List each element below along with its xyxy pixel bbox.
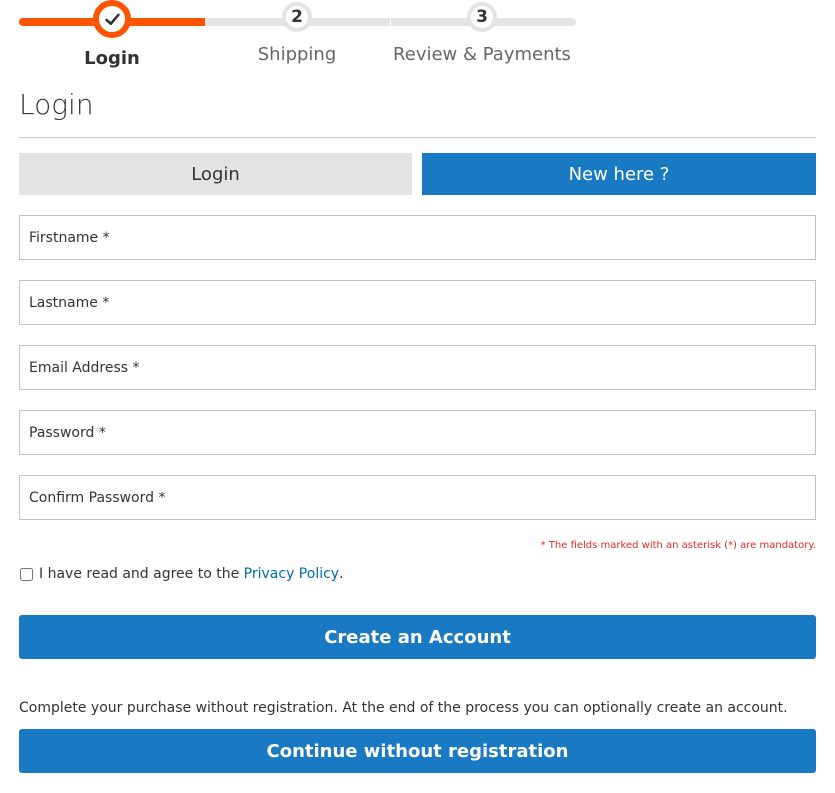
mandatory-note: * The fields marked with an asterisk (*)… (540, 540, 816, 551)
continue-without-registration-button[interactable]: Continue without registration (19, 729, 816, 773)
agree-suffix: . (339, 566, 344, 582)
progress-step-label: Login (84, 48, 140, 69)
password-field[interactable] (19, 410, 816, 455)
progress-step-review: 3 Review & Payments (389, 0, 575, 65)
privacy-agreement: I have read and agree to the Privacy Pol… (19, 566, 344, 582)
progress-step-shipping: 2 Shipping (204, 0, 390, 65)
create-account-button[interactable]: Create an Account (19, 615, 816, 659)
firstname-field[interactable] (19, 215, 816, 260)
tab-new-here[interactable]: New here ? (422, 153, 816, 195)
step-number: 2 (282, 2, 312, 32)
lastname-field[interactable] (19, 280, 816, 325)
confirm-password-field[interactable] (19, 475, 816, 520)
agree-text: I have read and agree to the (39, 566, 240, 582)
progress-step-label: Review & Payments (393, 44, 571, 65)
title-divider (19, 137, 816, 138)
guest-checkout-note: Complete your purchase without registrat… (19, 700, 788, 716)
progress-step-label: Shipping (257, 44, 337, 65)
progress-step-login: Login (19, 0, 205, 69)
page-title: Login (19, 88, 94, 121)
step-number: 3 (467, 2, 497, 32)
checkout-progress-bar: Login 2 Shipping 3 Review & Payments (19, 0, 576, 72)
privacy-policy-link[interactable]: Privacy Policy (244, 566, 339, 582)
email-field[interactable] (19, 345, 816, 390)
privacy-checkbox[interactable] (20, 567, 33, 581)
tab-login[interactable]: Login (19, 153, 412, 195)
check-icon (93, 0, 131, 38)
